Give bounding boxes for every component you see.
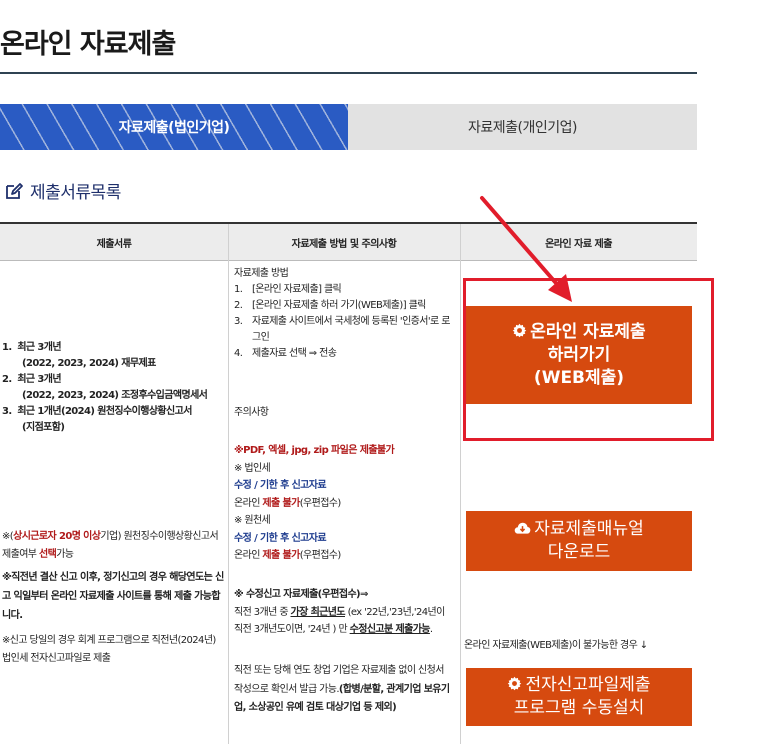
method-step: 1. [온라인 자료제출] 클릭 bbox=[234, 284, 342, 295]
list-item: 3. 최근 1개년(2024) 원천징수이행상황신고서 bbox=[2, 406, 192, 417]
amend-heading: ※ 수정신고 자료제출(우편접수)⇒ bbox=[234, 589, 368, 600]
corp-tax-label: ※ 법인세 bbox=[234, 462, 271, 474]
wh-amend-label: 수정 / 기한 후 신고자료 bbox=[234, 532, 327, 544]
manual-line1: 자료제출매뉴얼 bbox=[514, 518, 644, 541]
manual-download-button[interactable]: 자료제출매뉴얼 다운로드 bbox=[466, 511, 692, 571]
method-step: 2. [온라인 자료제출 하러 가기(WEB제출)] 클릭 bbox=[234, 300, 426, 311]
header-documents: 제출서류 bbox=[96, 238, 132, 250]
gear-icon bbox=[513, 323, 527, 337]
amend-block: ※ 수정신고 자료제출(우편접수)⇒ 직전 3개년 중 가장 최근년도 (ex … bbox=[234, 586, 454, 639]
install-line2: 프로그램 수동설치 bbox=[513, 698, 645, 718]
list-item: 1. 최근 3개년 bbox=[2, 342, 62, 353]
page-title: 온라인 자료제출 bbox=[0, 29, 176, 60]
tab-corporate[interactable]: 자료제출(법인기업) bbox=[0, 104, 348, 150]
tab-individual[interactable]: 자료제출(개인기업) bbox=[348, 104, 697, 150]
column-divider bbox=[228, 224, 229, 744]
docs-note-withholding: ※(상시근로자 20명 이상기업) 원천징수이행상황신고서 제출여부 선택가능 bbox=[2, 531, 219, 560]
web-submit-line3: (WEB제출) bbox=[533, 367, 625, 388]
column-divider bbox=[460, 224, 461, 744]
list-item-sub: (2022, 2023, 2024) 조정후수입금액명세서 bbox=[22, 390, 208, 401]
arrow-icon bbox=[480, 196, 572, 302]
web-submit-line1: 온라인 자료제출 bbox=[512, 321, 646, 344]
manual-install-button[interactable]: 전자신고파일제출 프로그램 수동설치 bbox=[466, 668, 692, 726]
docs-note-filing-day: ※신고 당일의 경우 회계 프로그램으로 직전년(2024년) 법인세 전자신고… bbox=[2, 635, 216, 664]
wh-online-note: 온라인 제출 불가(우편접수) bbox=[234, 550, 341, 561]
fallback-note: 온라인 자료제출(WEB제출)이 불가능한 경우 ↓ bbox=[464, 640, 648, 651]
section-title: 제출서류목록 bbox=[30, 183, 121, 203]
method-step: 3. 자료제출 사이트에서 국세청에 등록된 '인증서'로 로그인 bbox=[234, 316, 450, 343]
list-item-sub: (지점포함) bbox=[22, 422, 65, 433]
list-item-sub: (2022, 2023, 2024) 재무제표 bbox=[22, 358, 156, 369]
list-item: 2. 최근 3개년 bbox=[2, 374, 62, 385]
method-block: 자료제출 방법 1. [온라인 자료제출] 클릭 2. [온라인 자료제출 하러 가… bbox=[234, 266, 454, 362]
method-step: 4. 제출자료 선택 ⇒ 전송 bbox=[234, 348, 337, 359]
section-heading: 제출서류목록 bbox=[4, 178, 121, 203]
edit-icon bbox=[6, 182, 23, 199]
caution-heading: 주의사항 bbox=[234, 407, 269, 418]
caution-block: ※PDF, 엑셀, jpg, zip 파일은 제출불가 ※ 법인세 수정 / 기… bbox=[234, 442, 456, 565]
web-submit-button[interactable]: 온라인 자료제출 하러가기 (WEB제출) bbox=[466, 306, 692, 404]
corp-amend-label: 수정 / 기한 후 신고자료 bbox=[234, 480, 327, 491]
corp-online-note: 온라인 제출 불가(우편접수) bbox=[234, 497, 341, 509]
withholding-tax-label: ※ 원천세 bbox=[234, 515, 271, 526]
docs-list: 1. 최근 3개년 (2022, 2023, 2024) 재무제표 2. 최근 … bbox=[2, 340, 224, 436]
web-submit-line2: 하러가기 bbox=[547, 344, 611, 365]
manual-line2: 다운로드 bbox=[547, 542, 611, 562]
header-method: 자료제출 방법 및 주의사항 bbox=[291, 238, 397, 250]
amend-text: 직전 3개년 중 가장 최근년도 (ex '22년,'23년,'24년이 직전 … bbox=[234, 606, 445, 636]
pdf-warning: ※PDF, 엑셀, jpg, zip 파일은 제출불가 bbox=[234, 445, 395, 456]
table-header: 제출서류 자료제출 방법 및 주의사항 온라인 자료 제출 bbox=[0, 224, 697, 261]
new-corp-note: 직전 또는 당해 연도 창업 기업은 자료제출 없이 신청서 작성으로 확인서 … bbox=[234, 665, 450, 713]
docs-note-timing: ※직전년 결산 신고 이후, 정기신고의 경우 해당연도는 신고 익일부터 온라… bbox=[2, 572, 224, 621]
cloud-download-icon bbox=[514, 522, 531, 534]
install-line1: 전자신고파일제출 bbox=[507, 674, 651, 697]
method-heading: 자료제출 방법 bbox=[234, 268, 289, 279]
title-divider bbox=[0, 72, 697, 74]
gear-icon bbox=[508, 676, 522, 691]
